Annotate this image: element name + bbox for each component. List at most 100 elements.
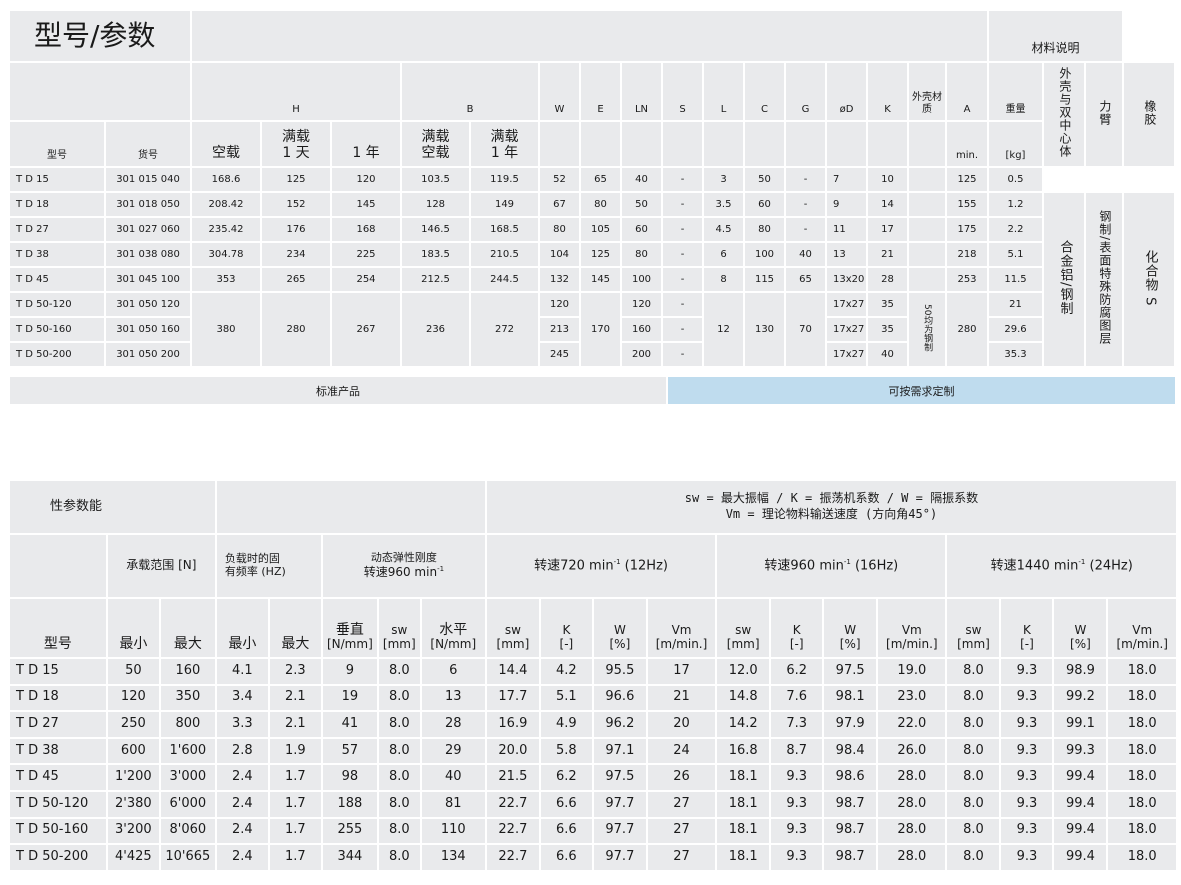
- value-cell: 1.7: [269, 845, 321, 870]
- value-cell: 57: [322, 738, 377, 764]
- value-cell: 600: [107, 738, 159, 764]
- value-cell: 27: [647, 845, 716, 870]
- value-cell: 16.8: [717, 738, 770, 764]
- value-cell: 26: [647, 765, 716, 790]
- value-cell: 96.2: [593, 712, 646, 737]
- col-D-header: øD: [827, 63, 866, 120]
- value-cell: 17.7: [486, 685, 539, 711]
- value-cell: 97.1: [593, 738, 646, 764]
- material-arm-value: 钢制/表面特殊防腐图层: [1086, 193, 1122, 366]
- value-cell: 9.3: [1001, 791, 1053, 817]
- sub-B-empty-header: 满载 空载: [402, 122, 469, 166]
- blank-header: [10, 63, 190, 120]
- value-cell: 9.3: [1001, 712, 1053, 737]
- value-cell: 18.1: [717, 818, 770, 844]
- value-cell: 97.5: [824, 659, 877, 684]
- table-row: T D 50-120 2'380 6'000 2.4 1.7 188 8.0 81 22.7 6.…: [10, 791, 1176, 817]
- value-cell: 4.2: [540, 659, 592, 684]
- value-cell: 14.8: [717, 685, 770, 711]
- value-cell: 98.7: [824, 845, 877, 870]
- col-shell-material-header: 外壳材质: [909, 63, 945, 120]
- value-cell: 21: [647, 685, 716, 711]
- value-cell: 10'665: [160, 845, 215, 870]
- value-cell: 9.3: [771, 765, 823, 790]
- value-cell: 344: [322, 845, 377, 870]
- value-cell: 14.2: [717, 712, 770, 737]
- value-cell: 9.3: [771, 791, 823, 817]
- value-cell: 17: [647, 659, 716, 684]
- value-cell: 8.0: [947, 818, 1000, 844]
- value-cell: 28.0: [878, 791, 946, 817]
- model-cell: T D 18: [10, 685, 106, 711]
- material-notes-title: 材料说明: [989, 11, 1122, 61]
- value-cell: 98: [322, 765, 377, 790]
- value-cell: 97.7: [593, 818, 646, 844]
- col-weight-header: 重量: [989, 63, 1042, 120]
- performance-rows: T D 15 50 160 4.1 2.3 9 8.0 6 14.4 4.2 95.5 17 12.0 6…: [10, 659, 1176, 870]
- value-cell: 8.0: [378, 685, 420, 711]
- value-cell: 2.8: [216, 738, 268, 764]
- value-cell: 8.0: [378, 845, 420, 870]
- value-cell: 99.4: [1054, 818, 1107, 844]
- col-B-header: B: [402, 63, 538, 120]
- sub-A-header: min.: [947, 122, 987, 166]
- value-cell: 6.6: [540, 818, 592, 844]
- table1-title-band: [192, 11, 987, 61]
- load-range-header: 承载范围 [N]: [107, 535, 215, 597]
- value-cell: 98.4: [824, 738, 877, 764]
- value-cell: 9.3: [1001, 659, 1053, 684]
- value-cell: 22.0: [878, 712, 946, 737]
- table-row: T D 18 120 350 3.4 2.1 19 8.0 13 17.7 5.1 96.6 21 14…: [10, 685, 1176, 711]
- value-cell: 350: [160, 685, 215, 711]
- material-col-arm: 力臂: [1086, 63, 1122, 166]
- material-col-rubber: 橡胶: [1124, 63, 1174, 166]
- table-row: T D 38 600 1'600 2.8 1.9 57 8.0 29 20.0 5.8 97.1 24…: [10, 738, 1176, 764]
- value-cell: 2.1: [269, 712, 321, 737]
- value-cell: 800: [160, 712, 215, 737]
- value-cell: 8.0: [378, 659, 420, 684]
- value-cell: 18.0: [1108, 712, 1176, 737]
- col-A-header: A: [947, 63, 987, 120]
- value-cell: 6.6: [540, 845, 592, 870]
- value-cell: 5.8: [540, 738, 592, 764]
- value-cell: 96.6: [593, 685, 646, 711]
- value-cell: 16.9: [486, 712, 539, 737]
- value-cell: 27: [647, 818, 716, 844]
- value-cell: 4'425: [107, 845, 159, 870]
- value-cell: 8'060: [160, 818, 215, 844]
- col-LN-header: LN: [622, 63, 661, 120]
- speed-1440-header: 转速1440 min-1 (24Hz): [947, 535, 1176, 597]
- value-cell: 8.0: [378, 818, 420, 844]
- value-cell: 9: [322, 659, 377, 684]
- value-cell: 18.1: [717, 765, 770, 790]
- material-shell-value: 合金铝/钢制: [1044, 193, 1084, 366]
- model-cell: T D 50-200: [10, 845, 106, 870]
- value-cell: 18.0: [1108, 845, 1176, 870]
- value-cell: 20: [647, 712, 716, 737]
- value-cell: 18.0: [1108, 738, 1176, 764]
- performance-table: 性参数能 sw = 最大振幅 / K = 振荡机系数 / W = 隔振系数 Vm…: [8, 479, 1178, 872]
- value-cell: 110: [421, 818, 485, 844]
- col-L-header: L: [704, 63, 743, 120]
- value-cell: 8.0: [947, 685, 1000, 711]
- model-cell: T D 50-160: [10, 818, 106, 844]
- table-row: T D 18 301 018 050 208.42 152 145 128 149 67…: [10, 193, 1174, 366]
- legend-line-2: Vm = 理论物料输送速度 (方向角45°): [725, 507, 938, 521]
- model-cell: T D 45: [10, 765, 106, 790]
- value-cell: 1'600: [160, 738, 215, 764]
- table-row: T D 50-200 4'425 10'665 2.4 1.7 344 8.0 134 22.7…: [10, 845, 1176, 870]
- value-cell: 1'200: [107, 765, 159, 790]
- table-row: T D 15 301 015 040 168.6 125 120 103.5 119.5…: [10, 168, 1174, 191]
- value-cell: 18.0: [1108, 659, 1176, 684]
- speed-720-header: 转速720 min-1 (12Hz): [486, 535, 716, 597]
- table-row: T D 50-160 3'200 8'060 2.4 1.7 255 8.0 110 22.7 6…: [10, 818, 1176, 844]
- value-cell: 255: [322, 818, 377, 844]
- value-cell: 24: [647, 738, 716, 764]
- value-cell: 18.0: [1108, 791, 1176, 817]
- value-cell: 7.6: [771, 685, 823, 711]
- value-cell: 99.4: [1054, 791, 1107, 817]
- custom-product-bar: 可按需求定制: [668, 377, 1175, 404]
- value-cell: 18.1: [717, 791, 770, 817]
- value-cell: 6.2: [540, 765, 592, 790]
- value-cell: 2.3: [269, 659, 321, 684]
